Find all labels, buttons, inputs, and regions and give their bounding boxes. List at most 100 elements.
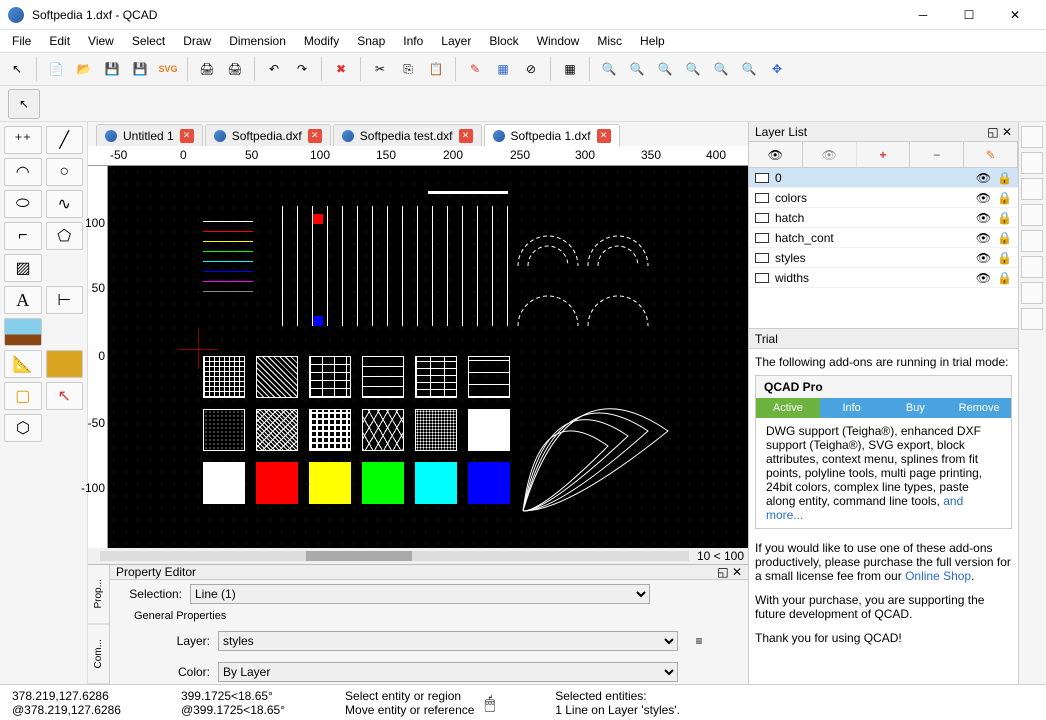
redo-button[interactable]: ↷ xyxy=(289,56,315,82)
paste-button[interactable]: 📋 xyxy=(423,56,449,82)
trial-buy-button[interactable]: Buy xyxy=(884,398,948,418)
tab-softpedia[interactable]: Softpedia.dxf✕ xyxy=(205,124,331,146)
hatch-tool[interactable]: ▨ xyxy=(4,254,42,282)
measure-button[interactable]: ▦ xyxy=(490,56,516,82)
prop-tab-command[interactable]: Com... xyxy=(88,625,109,685)
ellipse-tool[interactable]: ⬭ xyxy=(4,190,42,218)
spline-tool[interactable]: ∿ xyxy=(46,190,84,218)
erase-button[interactable]: ✖ xyxy=(328,56,354,82)
pointer-sub-button[interactable]: ↖ xyxy=(8,89,40,119)
line-tool[interactable]: ╱ xyxy=(46,126,84,154)
menu-snap[interactable]: Snap xyxy=(349,32,393,50)
pan-button[interactable]: ✥ xyxy=(764,56,790,82)
undock-icon[interactable]: ◱ xyxy=(987,125,998,139)
tab-untitled1[interactable]: Untitled 1✕ xyxy=(96,124,203,146)
dimension-tool[interactable]: ⊢ xyxy=(46,286,84,314)
zoom-prev-button[interactable]: 🔍 xyxy=(708,56,734,82)
print-preview-button[interactable]: 🖨 xyxy=(222,56,248,82)
lock-icon[interactable]: 🔒 xyxy=(997,191,1012,205)
arc-tool[interactable]: ◠ xyxy=(4,158,42,186)
view-icon-1[interactable] xyxy=(1021,126,1043,148)
svg-button[interactable]: SVG xyxy=(155,56,181,82)
view-icon-8[interactable] xyxy=(1021,308,1043,330)
menu-file[interactable]: File xyxy=(4,32,39,50)
layer-row[interactable]: hatch👁🔒 xyxy=(749,208,1018,228)
zoom-in-button[interactable]: 🔍 xyxy=(596,56,622,82)
lock-icon[interactable]: 🔒 xyxy=(997,271,1012,285)
ruler-icon[interactable] xyxy=(46,350,84,378)
print-button[interactable]: 🖨 xyxy=(194,56,220,82)
zoom-fit-button[interactable]: 🔍 xyxy=(652,56,678,82)
add-layer-icon[interactable]: + xyxy=(857,142,911,167)
eye-icon[interactable]: 👁 xyxy=(976,211,991,225)
close-icon[interactable]: ✕ xyxy=(1002,125,1012,139)
tab-softpedia-test[interactable]: Softpedia test.dxf✕ xyxy=(333,124,482,146)
save-button[interactable]: 💾 xyxy=(99,56,125,82)
layer-row[interactable]: 0👁🔒 xyxy=(749,168,1018,188)
eye-icon[interactable]: 👁 xyxy=(976,191,991,205)
zoom-window-button[interactable]: 🔍 xyxy=(736,56,762,82)
grid-button[interactable]: ▦ xyxy=(557,56,583,82)
eye-icon[interactable]: 👁 xyxy=(976,271,991,285)
circle-icon[interactable]: ⊘ xyxy=(518,56,544,82)
close-button[interactable]: ✕ xyxy=(992,0,1038,30)
online-shop-link[interactable]: Online Shop xyxy=(905,569,971,583)
menu-info[interactable]: Info xyxy=(395,32,431,50)
polygon-tool[interactable]: ⬠ xyxy=(46,222,84,250)
layer-dropdown[interactable]: styles xyxy=(218,631,678,651)
layer-row[interactable]: hatch_cont👁🔒 xyxy=(749,228,1018,248)
minimize-button[interactable]: ─ xyxy=(900,0,946,30)
lock-icon[interactable]: 🔒 xyxy=(997,251,1012,265)
menu-view[interactable]: View xyxy=(80,32,122,50)
menu-block[interactable]: Block xyxy=(481,32,526,50)
menu-draw[interactable]: Draw xyxy=(175,32,219,50)
color-dropdown[interactable]: By Layer xyxy=(218,662,678,682)
maximize-button[interactable]: ☐ xyxy=(946,0,992,30)
menu-modify[interactable]: Modify xyxy=(296,32,347,50)
image-tool[interactable] xyxy=(4,318,42,346)
menu-select[interactable]: Select xyxy=(124,32,173,50)
layer-row[interactable]: styles👁🔒 xyxy=(749,248,1018,268)
copy-button[interactable]: ⎘ xyxy=(395,56,421,82)
prop-tab-properties[interactable]: Prop... xyxy=(88,565,109,625)
undock-icon[interactable]: ◱ xyxy=(717,565,728,579)
trial-info-button[interactable]: Info xyxy=(820,398,884,418)
menu-help[interactable]: Help xyxy=(632,32,673,50)
view-icon-6[interactable] xyxy=(1021,256,1043,278)
canvas-scrollbar[interactable]: 10 < 100 xyxy=(88,548,748,564)
pointer-tool[interactable]: ↖ xyxy=(4,56,30,82)
open-button[interactable]: 📂 xyxy=(71,56,97,82)
view-icon-7[interactable] xyxy=(1021,282,1043,304)
close-tab-icon[interactable]: ✕ xyxy=(308,129,322,143)
layer-menu-icon[interactable]: ≡ xyxy=(686,628,712,654)
view-icon-3[interactable] xyxy=(1021,178,1043,200)
view-icon-2[interactable] xyxy=(1021,152,1043,174)
eye-icon[interactable]: 👁 xyxy=(976,171,991,185)
lock-icon[interactable]: 🔒 xyxy=(997,231,1012,245)
eye-icon[interactable]: 👁 xyxy=(976,231,991,245)
cut-button[interactable]: ✂ xyxy=(367,56,393,82)
lock-icon[interactable]: 🔒 xyxy=(997,211,1012,225)
lock-icon[interactable]: 🔒 xyxy=(997,171,1012,185)
menu-dimension[interactable]: Dimension xyxy=(221,32,294,50)
close-tab-icon[interactable]: ✕ xyxy=(597,129,611,143)
eye-show-icon[interactable]: 👁 xyxy=(749,142,803,167)
menu-edit[interactable]: Edit xyxy=(41,32,78,50)
undo-button[interactable]: ↶ xyxy=(261,56,287,82)
saveas-button[interactable]: 💾 xyxy=(127,56,153,82)
zoom-sel-button[interactable]: 🔍 xyxy=(680,56,706,82)
remove-layer-icon[interactable]: − xyxy=(910,142,964,167)
menu-misc[interactable]: Misc xyxy=(589,32,630,50)
text-tool[interactable]: A xyxy=(4,286,42,314)
select-tool[interactable]: ↖ xyxy=(46,382,84,410)
layer-row[interactable]: widths👁🔒 xyxy=(749,268,1018,288)
iso-tool[interactable]: ⬡ xyxy=(4,414,42,442)
eye-icon[interactable]: 👁 xyxy=(976,251,991,265)
menu-layer[interactable]: Layer xyxy=(433,32,479,50)
tab-softpedia1[interactable]: Softpedia 1.dxf✕ xyxy=(484,124,620,146)
point-tool[interactable]: ⁺⁺ xyxy=(4,126,42,154)
layer-row[interactable]: colors👁🔒 xyxy=(749,188,1018,208)
menu-window[interactable]: Window xyxy=(529,32,588,50)
view-icon-4[interactable] xyxy=(1021,204,1043,226)
polyline-tool[interactable]: ⌐ xyxy=(4,222,42,250)
